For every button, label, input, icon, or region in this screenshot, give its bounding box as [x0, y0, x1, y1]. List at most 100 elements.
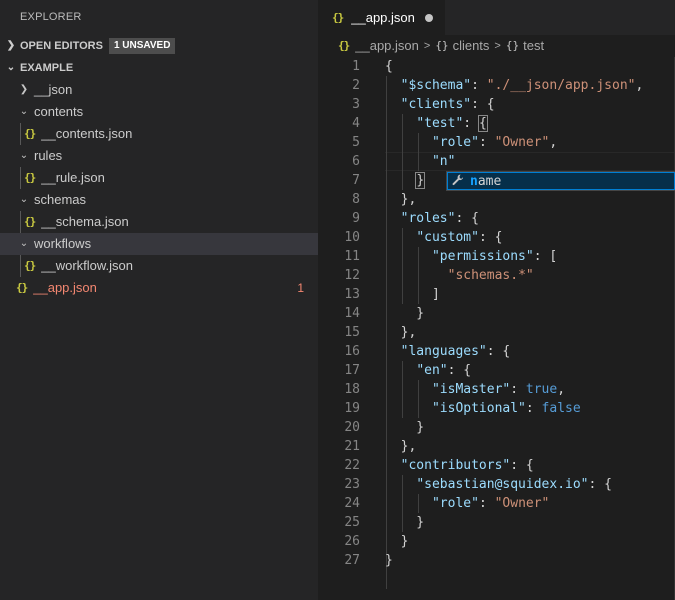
suggestion-rest: ame — [477, 173, 502, 189]
chevron-right-icon: > — [423, 40, 431, 52]
tree-item-label: workflows — [34, 236, 92, 251]
code-line: 24 "role": "Owner" — [318, 494, 675, 513]
open-editors-header[interactable]: ❯ OPEN EDITORS 1 UNSAVED — [0, 35, 318, 57]
explorer-title: EXPLORER — [20, 11, 82, 23]
line-text: } — [385, 534, 409, 549]
tree-item-label: rules — [34, 148, 63, 163]
line-text: "roles": { — [400, 211, 479, 226]
problem-count: 1 — [297, 281, 304, 295]
line-number: 4 — [352, 116, 360, 131]
chevron-right-icon: > — [494, 40, 501, 52]
chevron-down-icon: ⌄ — [19, 238, 29, 249]
line-number: 1 — [352, 59, 360, 74]
tab-app-json[interactable]: {} __app.json — [318, 0, 445, 35]
wrench-icon — [452, 174, 464, 189]
line-number: 6 — [352, 154, 360, 169]
line-text: } — [385, 306, 425, 321]
tree-file-workflow-json[interactable]: {} __workflow.json — [0, 255, 318, 277]
line-number: 22 — [344, 458, 360, 473]
indent-guide — [20, 255, 21, 277]
json-file-icon: {} — [16, 281, 28, 294]
tree-item-label: __schema.json — [41, 214, 129, 229]
tree-folder-contents[interactable]: ⌄ contents — [0, 101, 318, 123]
chevron-down-icon: ⌄ — [19, 106, 29, 117]
unsaved-dot-icon[interactable] — [424, 13, 433, 22]
matched-bracket: { — [477, 115, 488, 132]
tree-item-label: __contents.json — [41, 126, 133, 141]
line-text: "schemas.*" — [447, 268, 534, 283]
line-number: 5 — [352, 135, 360, 150]
tree-folder-workflows[interactable]: ⌄ workflows — [0, 233, 318, 255]
line-number: 14 — [344, 306, 360, 321]
chevron-down-icon: ⌄ — [6, 62, 16, 73]
line-number: 15 — [344, 325, 360, 340]
line-text: } — [385, 553, 393, 568]
line-number: 11 — [344, 249, 360, 264]
line-text: "contributors": { — [400, 458, 534, 473]
line-text: "isOptional": false — [431, 401, 581, 416]
breadcrumb-clients[interactable]: clients — [453, 35, 490, 57]
tree-folder-rules[interactable]: ⌄ rules — [0, 145, 318, 167]
breadcrumb-file[interactable]: __app.json — [355, 35, 419, 57]
line-text: "en": { — [416, 363, 472, 378]
suggestion-match: n — [470, 173, 478, 189]
tree-item-label: __rule.json — [41, 170, 105, 185]
code-line: 25 } — [318, 513, 675, 532]
workspace-header[interactable]: ⌄ EXAMPLE — [0, 57, 318, 79]
workspace-label: EXAMPLE — [20, 62, 74, 74]
chevron-right-icon: ❯ — [19, 84, 29, 95]
line-text: "sebastian@squidex.io": { — [416, 477, 612, 492]
chevron-down-icon: ⌄ — [19, 194, 29, 205]
line-number: 26 — [344, 534, 360, 549]
object-icon: {} — [505, 39, 520, 52]
tree-file-rule-json[interactable]: {} __rule.json — [0, 167, 318, 189]
line-number: 13 — [344, 287, 360, 302]
line-number: 25 — [344, 515, 360, 530]
object-icon: {} — [435, 39, 449, 52]
tree-file-contents-json[interactable]: {} __contents.json — [0, 123, 318, 145]
json-file-icon: {} — [24, 127, 36, 140]
line-text: } — [385, 515, 425, 530]
code-line: 27} — [318, 551, 675, 570]
line-text: }, — [385, 192, 417, 207]
code-line: 2 "$schema": "./__json/app.json", — [318, 76, 675, 95]
line-text: ] — [385, 287, 440, 302]
line-text: "n" — [431, 154, 456, 169]
tree-folder-schemas[interactable]: ⌄ schemas — [0, 189, 318, 211]
suggestion-item[interactable]: name — [447, 172, 675, 190]
code-line: 23 "sebastian@squidex.io": { — [318, 475, 675, 494]
code-line: 1{ — [318, 57, 675, 76]
code-line: 22 "contributors": { — [318, 456, 675, 475]
line-number: 27 — [344, 553, 360, 568]
tree-file-app-json[interactable]: {} __app.json 1 — [0, 277, 318, 299]
json-file-icon: {} — [24, 215, 36, 228]
code-line: 15 }, — [318, 323, 675, 342]
line-text: "$schema": "./__json/app.json", — [400, 78, 644, 93]
code-editor[interactable]: 1{ 2 "$schema": "./__json/app.json", 3 "… — [318, 57, 675, 589]
tree-file-schema-json[interactable]: {} __schema.json — [0, 211, 318, 233]
chevron-right-icon: ❯ — [6, 40, 16, 51]
line-text: "test": { — [416, 115, 488, 132]
line-text: "role": "Owner" — [431, 496, 550, 511]
indent-guide — [20, 167, 21, 189]
line-text: }, — [385, 325, 417, 340]
tree-item-label: contents — [34, 104, 84, 119]
open-editors-label: OPEN EDITORS — [20, 40, 103, 52]
line-number: 18 — [344, 382, 360, 397]
line-text: }, — [385, 439, 417, 454]
line-number: 10 — [344, 230, 360, 245]
breadcrumb-test[interactable]: test — [523, 35, 544, 57]
tab-bar: {} __app.json — [318, 0, 675, 35]
tree-folder-json[interactable]: ❯ __json — [0, 79, 318, 101]
json-file-icon: {} — [332, 11, 344, 24]
matched-bracket: } — [415, 172, 426, 189]
code-line: 19 "isOptional": false — [318, 399, 675, 418]
explorer-sidebar: EXPLORER ❯ OPEN EDITORS 1 UNSAVED ⌄ EXAM… — [0, 0, 318, 600]
line-number: 24 — [344, 496, 360, 511]
code-line: 17 "en": { — [318, 361, 675, 380]
json-file-icon: {} — [24, 259, 36, 272]
line-number: 23 — [344, 477, 360, 492]
code-line: 9 "roles": { — [318, 209, 675, 228]
code-line: 12 "schemas.*" — [318, 266, 675, 285]
line-number: 12 — [344, 268, 360, 283]
